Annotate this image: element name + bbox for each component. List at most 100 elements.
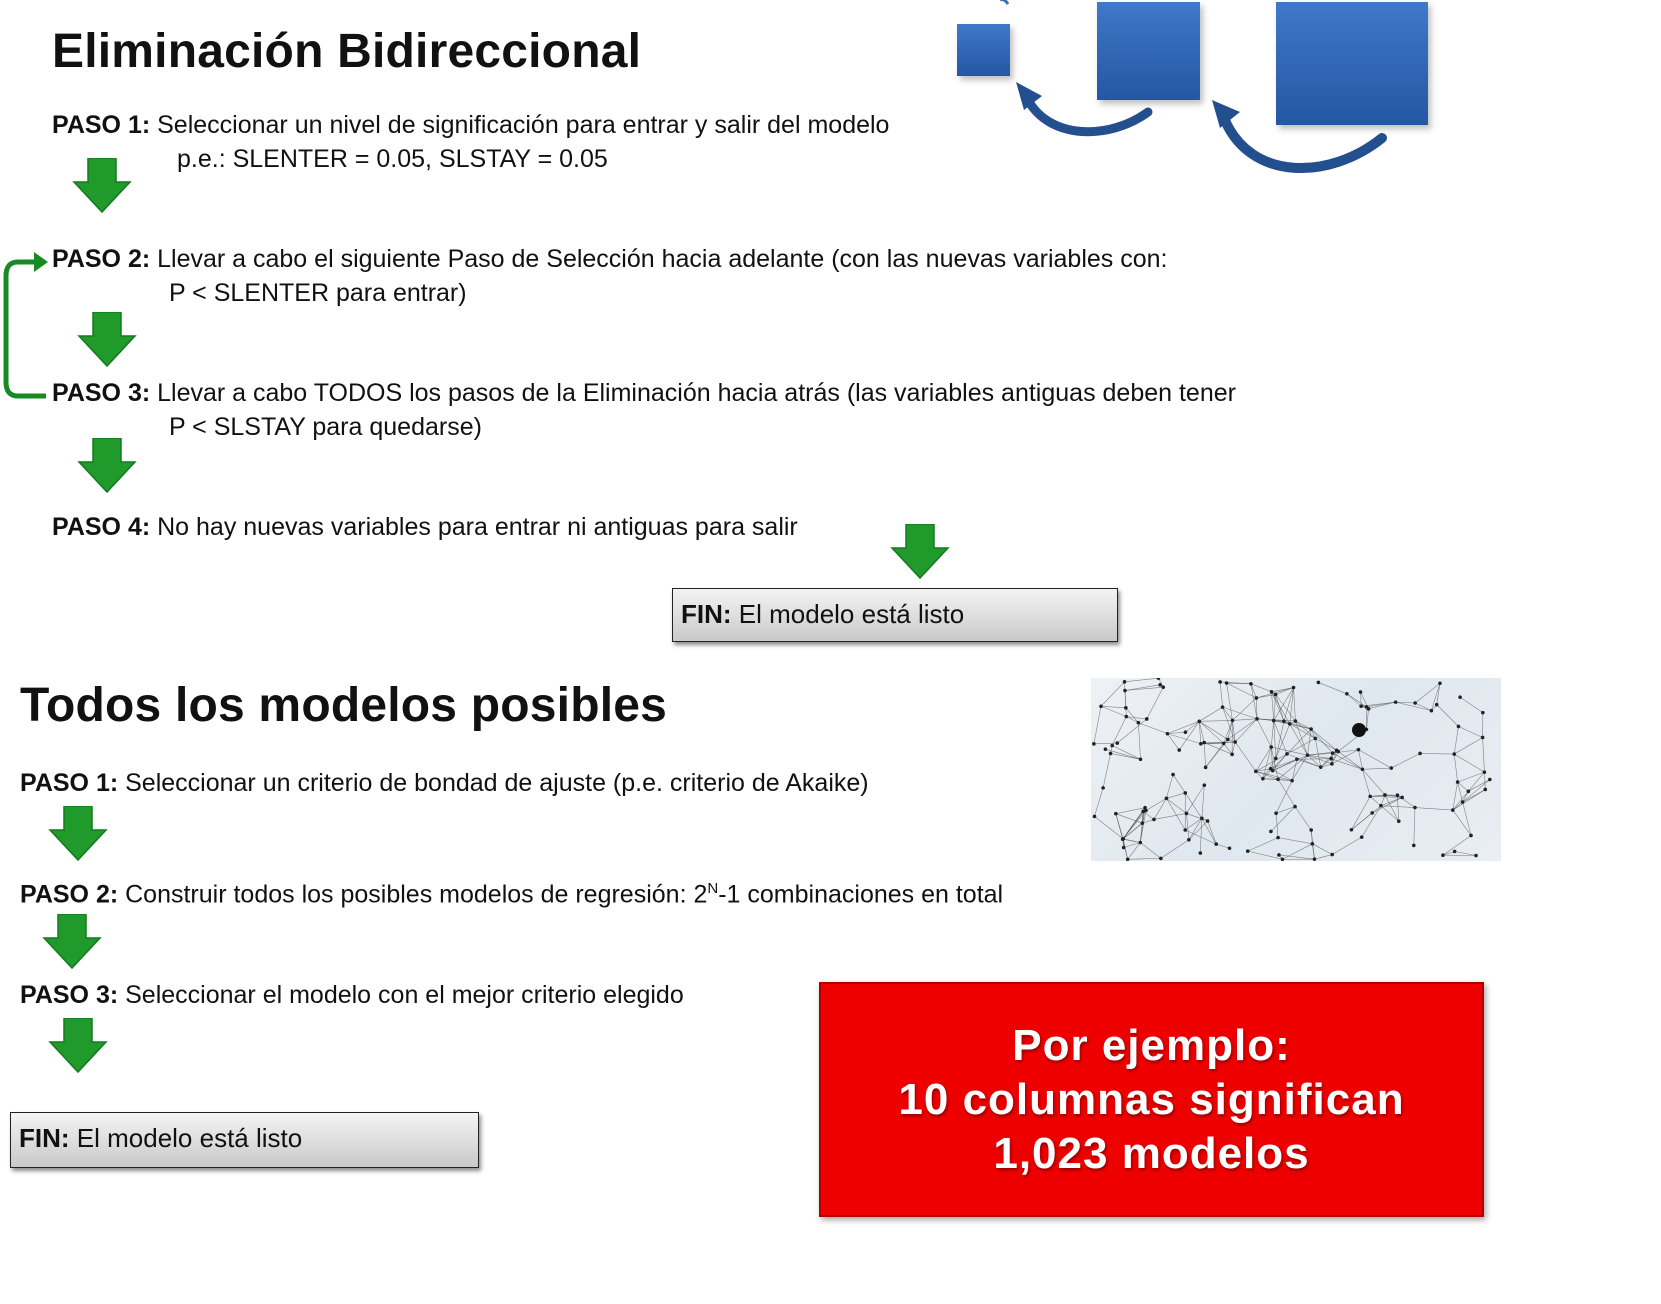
network-edge [1286,728,1312,755]
network-node [1152,817,1156,822]
network-node [1452,849,1457,854]
network-node [1366,707,1371,711]
network-node [1287,722,1292,726]
network-edge [1360,692,1362,707]
network-edge [1413,807,1416,846]
network-edge [1250,683,1272,693]
network-node [1466,789,1471,794]
network-node [1202,783,1207,787]
network-edge [1226,682,1233,721]
network-node [1356,747,1361,752]
network-edge [1138,722,1141,760]
network-edge [1414,683,1441,704]
curved-arrows-icon [1000,0,1387,174]
network-node [1293,719,1298,723]
fin-label: FIN: [19,1123,70,1153]
network-edge [1166,798,1187,814]
step-3-condition: P < SLSTAY para quedarse) [169,413,482,441]
network-edge [1296,758,1332,760]
network-edge [1145,798,1167,811]
network-edge [1346,693,1367,708]
network-edge [1122,838,1141,843]
step-1-bidirectional: PASO 1: Seleccionar un nivel de signific… [52,108,889,142]
network-node [1158,683,1162,687]
network-edge [1125,707,1139,723]
step-text: Llevar a cabo TODOS los pasos de la Elim… [150,379,1236,407]
network-node [1269,690,1274,694]
section-title-all-models: Todos los modelos posibles [20,679,668,732]
network-edge [1110,753,1141,760]
network-node [1393,700,1398,704]
network-node [1156,678,1161,680]
network-node [1214,842,1219,846]
network-edge [1369,796,1382,806]
network-edge [1222,706,1258,720]
network-node [1136,720,1141,725]
network-edge [1436,683,1441,705]
network-node [1249,682,1253,686]
callout-line-1: Por ejemplo: [1012,1020,1291,1070]
network-node [1165,731,1170,736]
network-edge [1115,807,1146,814]
network-node [1108,751,1113,756]
network-edge [1102,753,1111,788]
network-node [1460,800,1465,804]
network-node [1290,778,1294,783]
step-label: PASO 2: [52,245,151,273]
network-edge [1172,774,1186,794]
network-edge [1185,721,1200,733]
network-node [1245,849,1250,853]
network-node [1481,710,1485,715]
network-edge [1153,798,1167,820]
network-edge [1234,718,1258,743]
callout-line-2: 10 columnas significan [898,1074,1405,1124]
network-edge [1117,718,1147,744]
network-edge [1255,746,1272,772]
network-edge [1167,721,1200,734]
network-node [1124,714,1129,719]
network-edge [1452,781,1458,811]
network-edge [1199,721,1224,744]
network-edge [1219,681,1223,708]
network-node [1413,701,1417,705]
network-node [1230,718,1235,723]
step-label: PASO 3: [20,981,119,1009]
network-node [1349,827,1354,832]
network-node [1434,702,1439,707]
step-label: PASO 1: [52,111,151,139]
network-edge [1167,733,1201,745]
network-node [1280,857,1285,861]
network-graph-svg [1092,678,1492,861]
network-node [1488,777,1492,782]
network-node [1383,793,1387,797]
network-edge [1100,681,1125,707]
network-node [1329,756,1333,761]
step-1-example: p.e.: SLENTER = 0.05, SLSTAY = 0.05 [177,145,608,173]
network-edge [1273,720,1312,730]
network-node [1358,690,1363,694]
network-edge [1123,842,1141,848]
step-label: PASO 1: [20,769,119,797]
network-node [1138,840,1143,845]
down-arrow-icon [72,158,132,214]
network-node [1143,805,1147,810]
network-node [1359,704,1363,709]
network-edge [1186,813,1190,840]
step-label: PASO 2: [20,880,119,909]
network-edge [1271,687,1294,693]
network-edge [1203,742,1206,768]
step-3-bidirectional: PASO 3: Llevar a cabo TODOS los pasos de… [52,376,1236,410]
network-node [1418,751,1422,756]
fin-box-bidirectional: FIN: El modelo está listo [672,588,1118,642]
network-node [1455,780,1460,784]
network-edge [1457,781,1469,792]
step-2-all-models: PASO 2: Construir todos los posibles mod… [20,872,1003,911]
fin-box-all-models: FIN: El modelo está listo [10,1112,479,1168]
network-node [1187,837,1191,842]
network-edge [1454,851,1477,856]
network-edge [1289,723,1308,756]
network-node [1413,805,1417,810]
network-node [1114,811,1118,816]
network-node [1458,695,1462,699]
down-arrow-icon [77,312,137,368]
